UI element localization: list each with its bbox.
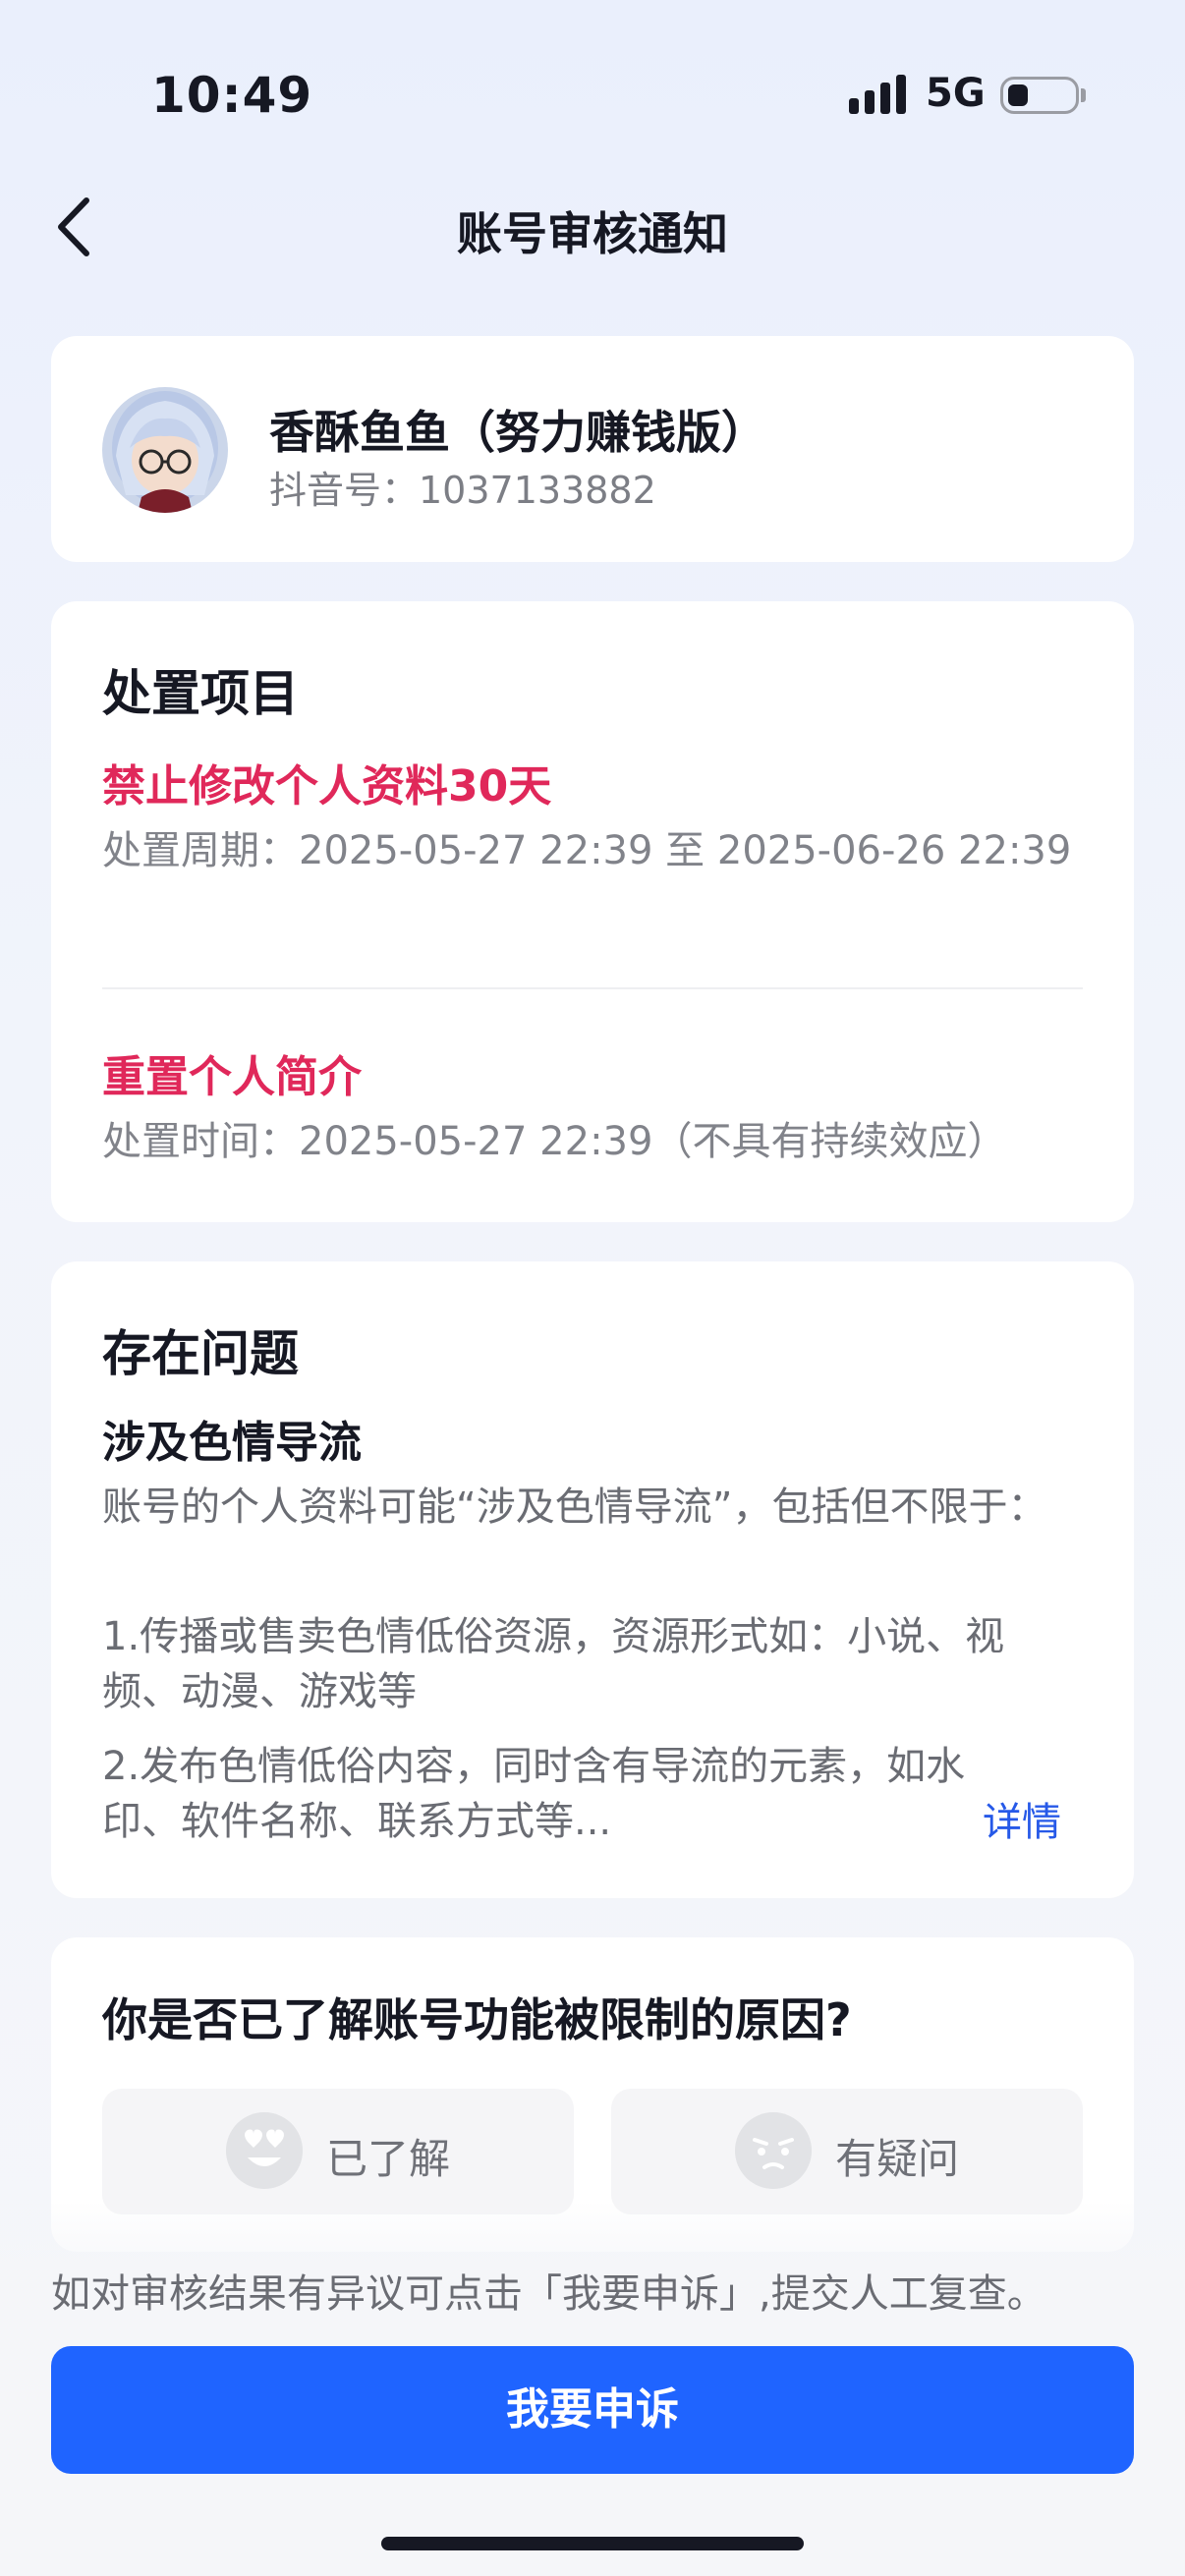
battery-tip: [1081, 88, 1086, 102]
confused-face-icon: [735, 2112, 812, 2189]
issue-intro: 账号的个人资料可能“涉及色情导流”，包括但不限于：: [102, 1484, 1047, 1530]
question-button[interactable]: 有疑问: [611, 2089, 1083, 2214]
status-bar: 10:49 5G: [0, 0, 1185, 187]
home-indicator: [381, 2537, 804, 2550]
network-type: 5G: [926, 71, 986, 116]
appeal-hint: 如对审核结果有异议可点击「我要申诉」,提交人工复查。: [51, 2271, 1046, 2317]
status-time: 10:49: [151, 67, 313, 124]
issue-title: 存在问题: [102, 1325, 299, 1382]
appeal-button[interactable]: 我要申诉: [51, 2346, 1134, 2474]
cellular-signal-icon: [849, 75, 906, 114]
divider: [102, 987, 1083, 989]
feedback-question: 你是否已了解账号功能被限制的原因?: [102, 1993, 852, 2046]
question-label: 有疑问: [835, 2135, 960, 2183]
disposition-item-name: 禁止修改个人资料30天: [102, 761, 552, 812]
douyin-id: 抖音号：1037133882: [269, 469, 656, 512]
understood-label: 已了解: [326, 2135, 451, 2183]
issue-card: 存在问题 涉及色情导流 账号的个人资料可能“涉及色情导流”，包括但不限于： 1.…: [51, 1261, 1134, 1898]
avatar[interactable]: [102, 387, 228, 513]
heart-eyes-face-icon: [226, 2112, 303, 2189]
issue-point: 1.传播或售卖色情低俗资源，资源形式如：小说、视频、动漫、游戏等: [102, 1614, 1005, 1714]
issue-subtitle: 涉及色情导流: [102, 1418, 362, 1468]
understood-button[interactable]: 已了解: [102, 2089, 574, 2214]
username: 香酥鱼鱼（努力赚钱版）: [269, 406, 766, 459]
disposition-item-name: 重置个人简介: [102, 1052, 362, 1102]
disposition-card: 处置项目 禁止修改个人资料30天 处置周期：2025-05-27 22:39 至…: [51, 601, 1134, 1222]
disposition-item-period: 处置周期：2025-05-27 22:39 至 2025-06-26 22:39: [102, 828, 1072, 873]
detail-link[interactable]: 详情: [983, 1790, 1061, 1847]
disposition-item-period: 处置时间：2025-05-27 22:39（不具有持续效应）: [102, 1119, 1007, 1164]
page-title: 账号审核通知: [457, 207, 728, 260]
disposition-title: 处置项目: [102, 665, 299, 722]
issue-point: 2.发布色情低俗内容，同时含有导流的元素，如水印、软件名称、联系方式等...: [102, 1744, 966, 1844]
user-card: 香酥鱼鱼（努力赚钱版） 抖音号：1037133882: [51, 336, 1134, 562]
battery-icon: [1000, 77, 1079, 114]
